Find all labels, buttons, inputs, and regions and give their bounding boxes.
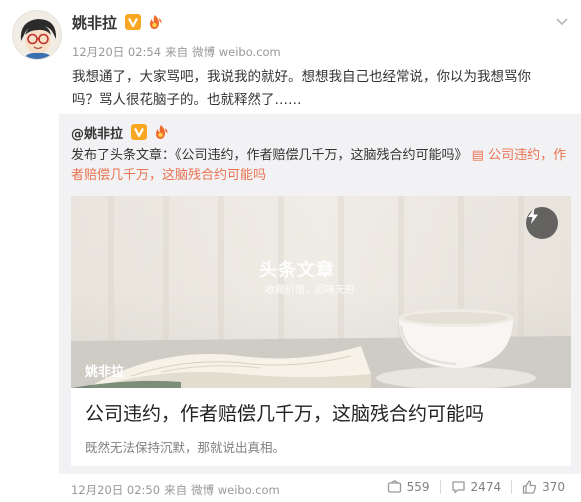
fire-level-icon[interactable] (152, 124, 170, 140)
article-title[interactable]: 公司违约，作者赔偿几千万，这脑残合约可能吗 (85, 399, 484, 426)
avatar[interactable] (12, 10, 62, 60)
repost-meta: 12月20日 02:50 来自 微博 weibo.com (71, 482, 280, 498)
fire-level-icon[interactable] (146, 14, 164, 30)
like-icon (522, 480, 537, 494)
author-name[interactable]: 姚非拉 (72, 12, 117, 33)
repost-count: 559 (406, 480, 430, 494)
flash-icon[interactable] (526, 207, 558, 239)
repost-time[interactable]: 12月20日 02:50 (71, 482, 160, 498)
action-stats: 559 2474 370 (377, 480, 575, 494)
article-subtitle: 既然无法保持沉默，那就说出真相。 (85, 440, 286, 455)
repost-icon (387, 480, 402, 494)
verified-v-icon[interactable] (131, 124, 148, 140)
repost-text-prefix: 发布了头条文章：《公司违约，作者赔偿几千万，这脑残合约可能吗》 (71, 148, 468, 163)
cover-watermark-subtitle: 收藏价值，回味无穷 (265, 285, 355, 296)
author-row: 姚非拉 (72, 12, 164, 32)
repost-author[interactable]: @姚非拉 (71, 123, 123, 142)
like-count: 370 (542, 480, 565, 494)
cover-author: 姚非拉 (85, 365, 125, 380)
repost-author-row: @姚非拉 (71, 122, 170, 142)
article-cover-image[interactable]: 头条文章 收藏价值，回味无穷 姚非拉 (71, 196, 571, 388)
comment-count: 2474 (470, 480, 502, 494)
repost-source[interactable]: 微博 weibo.com (191, 482, 280, 498)
repost-button[interactable]: 559 (377, 480, 440, 494)
post-time[interactable]: 12月20日 02:54 (72, 44, 161, 60)
post-meta: 12月20日 02:54 来自 微博 weibo.com (72, 44, 281, 60)
comment-icon (451, 480, 466, 494)
repost-card: @姚非拉 发布了头条文章：《公司违约，作者赔偿几千万，这脑残合约可能吗》 ▤ 公… (59, 114, 581, 474)
repost-footer: 12月20日 02:50 来自 微博 weibo.com 559 2474 37… (59, 476, 581, 502)
repost-via: 来自 (164, 483, 188, 497)
comment-button[interactable]: 2474 (439, 480, 512, 494)
article-card[interactable]: 头条文章 收藏价值，回味无穷 姚非拉 公司违约，作者赔偿几千万，这脑残合约可能吗… (71, 196, 571, 466)
chevron-down-icon[interactable] (555, 13, 569, 26)
verified-v-icon[interactable] (125, 14, 142, 30)
post-via: 来自 (165, 45, 189, 59)
post-text: 我想通了，大家骂吧，我说我的就好。想想我自己也经常说，你以为我想骂你吗？骂人很花… (72, 69, 531, 108)
link-glyph: ▤ (471, 148, 484, 163)
repost-text: 发布了头条文章：《公司违约，作者赔偿几千万，这脑残合约可能吗》 ▤ 公司违约，作… (71, 146, 571, 186)
weibo-post: 姚非拉 12月20日 02:54 来自 微博 weibo.com 我想通了，大家… (0, 0, 581, 502)
post-source[interactable]: 微博 weibo.com (192, 44, 281, 60)
cover-watermark-title: 头条文章 (259, 260, 335, 281)
like-button[interactable]: 370 (511, 480, 575, 494)
